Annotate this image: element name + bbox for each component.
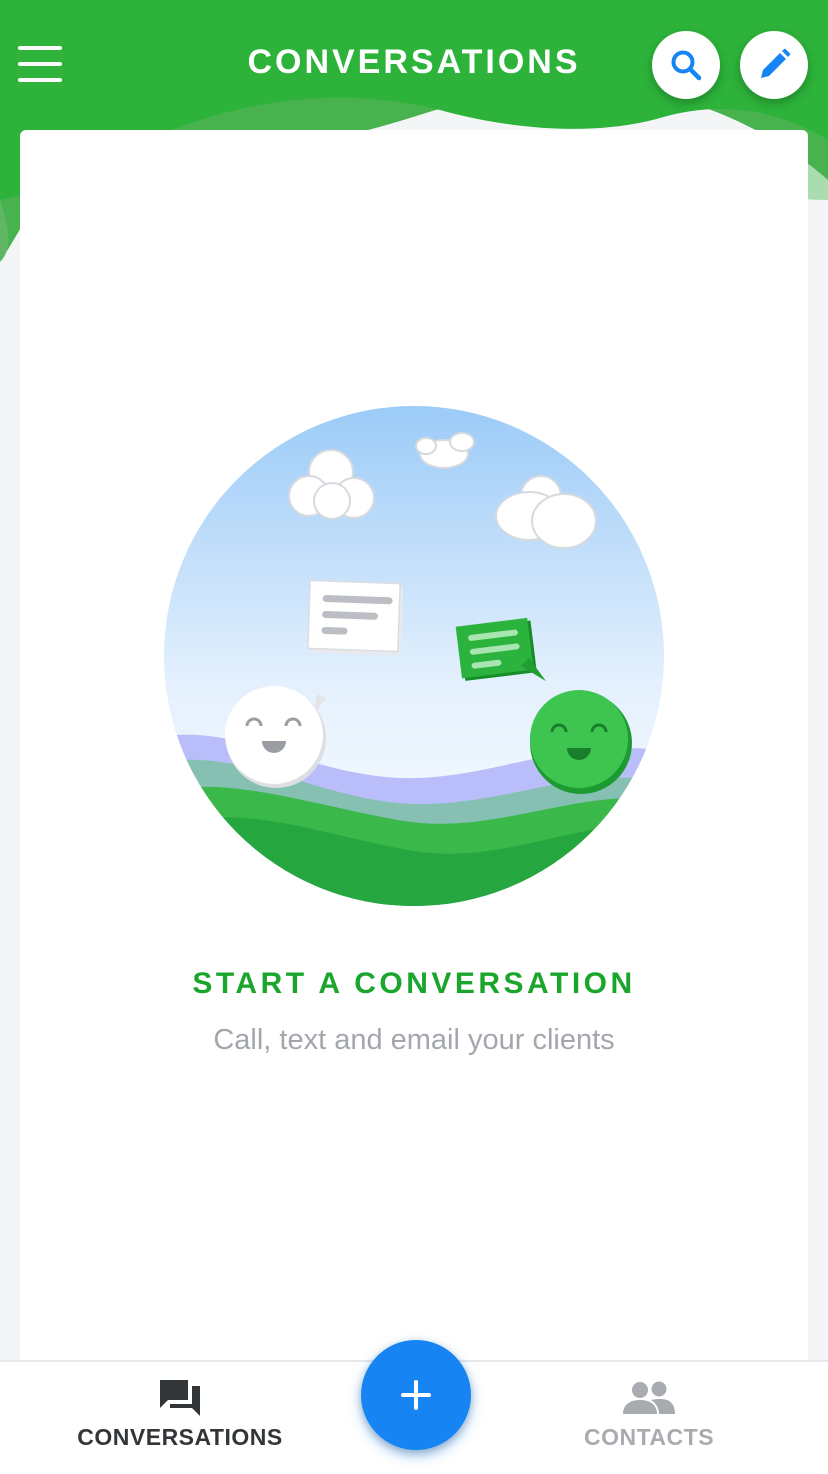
conversations-card: START A CONVERSATION Call, text and emai…	[20, 130, 808, 1370]
empty-state-title: START A CONVERSATION	[192, 967, 636, 1000]
pencil-icon	[761, 48, 791, 78]
tab-conversations[interactable]: CONVERSATIONS	[20, 1362, 340, 1474]
empty-state-subtitle: Call, text and email your clients	[213, 1024, 615, 1056]
empty-state-illustration	[164, 406, 664, 906]
tab-conversations-label: CONVERSATIONS	[77, 1424, 283, 1450]
new-conversation-button[interactable]	[361, 1340, 471, 1450]
plus-icon	[401, 1380, 431, 1410]
search-button[interactable]	[652, 31, 720, 99]
compose-button[interactable]	[740, 31, 808, 99]
search-icon	[671, 50, 702, 81]
tab-contacts[interactable]: CONTACTS	[489, 1362, 809, 1474]
tab-contacts-label: CONTACTS	[583, 1424, 715, 1450]
chat-bubbles-icon	[160, 1380, 200, 1416]
people-icon	[623, 1381, 675, 1414]
